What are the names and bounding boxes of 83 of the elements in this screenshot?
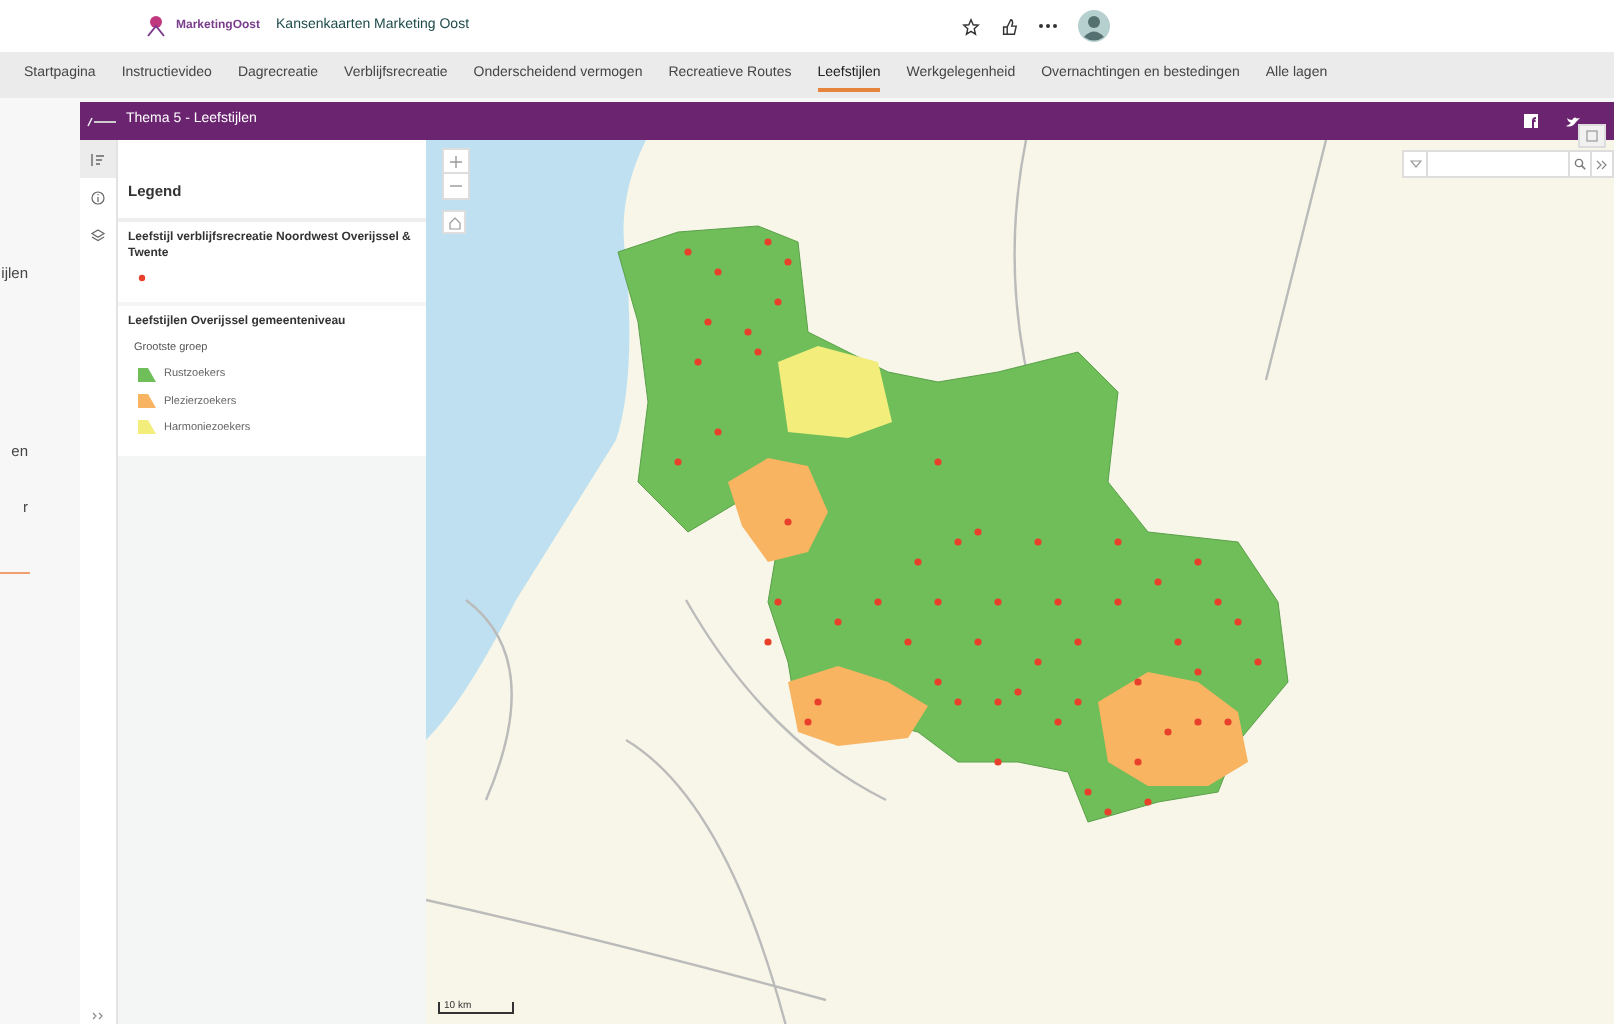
- point-marker[interactable]: [684, 248, 692, 256]
- region-polygon[interactable]: [778, 346, 892, 438]
- point-marker[interactable]: [914, 558, 922, 566]
- star-icon[interactable]: [962, 17, 980, 35]
- point-marker[interactable]: [934, 458, 942, 466]
- point-marker[interactable]: [1154, 578, 1162, 586]
- layers-icon: [90, 227, 106, 243]
- point-marker[interactable]: [674, 458, 682, 466]
- collapse-button[interactable]: [1590, 152, 1612, 176]
- point-marker[interactable]: [1224, 718, 1232, 726]
- caret-icon: [1409, 160, 1421, 168]
- point-marker[interactable]: [934, 598, 942, 606]
- point-marker[interactable]: [774, 298, 782, 306]
- point-marker[interactable]: [834, 618, 842, 626]
- point-marker[interactable]: [1104, 808, 1112, 816]
- point-marker[interactable]: [954, 538, 962, 546]
- avatar-icon[interactable]: [1078, 10, 1110, 42]
- point-marker[interactable]: [994, 698, 1002, 706]
- info-icon: [90, 189, 106, 205]
- point-marker[interactable]: [1164, 728, 1172, 736]
- home-button[interactable]: [442, 210, 466, 234]
- thumbs-up-icon[interactable]: [1000, 17, 1018, 35]
- point-marker[interactable]: [1134, 678, 1142, 686]
- point-marker[interactable]: [1254, 658, 1262, 666]
- region-polygon[interactable]: [728, 458, 828, 562]
- home-icon: [447, 215, 461, 229]
- point-marker[interactable]: [1034, 538, 1042, 546]
- point-marker[interactable]: [1034, 658, 1042, 666]
- point-marker[interactable]: [774, 598, 782, 606]
- logo-icon: [86, 115, 118, 127]
- point-marker[interactable]: [1194, 558, 1202, 566]
- point-marker[interactable]: [1074, 638, 1082, 646]
- point-marker[interactable]: [784, 518, 792, 526]
- point-marker[interactable]: [1134, 758, 1142, 766]
- point-marker[interactable]: [1084, 788, 1092, 796]
- point-marker[interactable]: [764, 638, 772, 646]
- point-marker[interactable]: [714, 268, 722, 276]
- region-polygon[interactable]: [1098, 672, 1248, 786]
- search-button[interactable]: [1568, 152, 1590, 176]
- more-icon[interactable]: [1038, 22, 1058, 30]
- point-marker[interactable]: [1114, 538, 1122, 546]
- expand-icon[interactable]: [92, 1012, 104, 1020]
- point-marker[interactable]: [804, 718, 812, 726]
- logo-icon: [144, 14, 168, 38]
- point-marker[interactable]: [1174, 638, 1182, 646]
- point-marker[interactable]: [934, 678, 942, 686]
- external-link-icon: [1586, 130, 1598, 142]
- point-marker[interactable]: [974, 528, 982, 536]
- point-marker[interactable]: [1054, 598, 1062, 606]
- point-marker[interactable]: [1014, 688, 1022, 696]
- search-icon: [1574, 158, 1586, 170]
- point-marker[interactable]: [1144, 798, 1152, 806]
- double-chevron-icon: [1596, 159, 1608, 169]
- bird-icon[interactable]: [1566, 115, 1580, 127]
- point-marker[interactable]: [744, 328, 752, 336]
- point-marker[interactable]: [704, 318, 712, 326]
- point-marker[interactable]: [1194, 668, 1202, 676]
- point-marker[interactable]: [974, 638, 982, 646]
- point-marker[interactable]: [1074, 698, 1082, 706]
- minus-icon: [450, 180, 462, 192]
- point-marker[interactable]: [954, 698, 962, 706]
- legend-icon: [90, 151, 106, 167]
- region-polygon[interactable]: [788, 666, 928, 746]
- point-marker[interactable]: [784, 258, 792, 266]
- point-marker[interactable]: [904, 638, 912, 646]
- point-marker[interactable]: [754, 348, 762, 356]
- facebook-icon[interactable]: [1524, 114, 1538, 128]
- search-source-dropdown[interactable]: [1404, 152, 1428, 176]
- point-marker[interactable]: [1214, 598, 1222, 606]
- point-marker[interactable]: [1194, 718, 1202, 726]
- point-marker[interactable]: [1054, 718, 1062, 726]
- point-marker[interactable]: [1234, 618, 1242, 626]
- point-marker[interactable]: [714, 428, 722, 436]
- point-marker[interactable]: [994, 598, 1002, 606]
- point-marker[interactable]: [994, 758, 1002, 766]
- point-marker[interactable]: [1114, 598, 1122, 606]
- point-marker[interactable]: [814, 698, 822, 706]
- plus-icon: [450, 155, 462, 167]
- point-marker[interactable]: [874, 598, 882, 606]
- tool-button[interactable]: [80, 140, 116, 178]
- zoom-in-button[interactable]: [444, 150, 468, 174]
- point-marker[interactable]: [764, 238, 772, 246]
- point-marker[interactable]: [694, 358, 702, 366]
